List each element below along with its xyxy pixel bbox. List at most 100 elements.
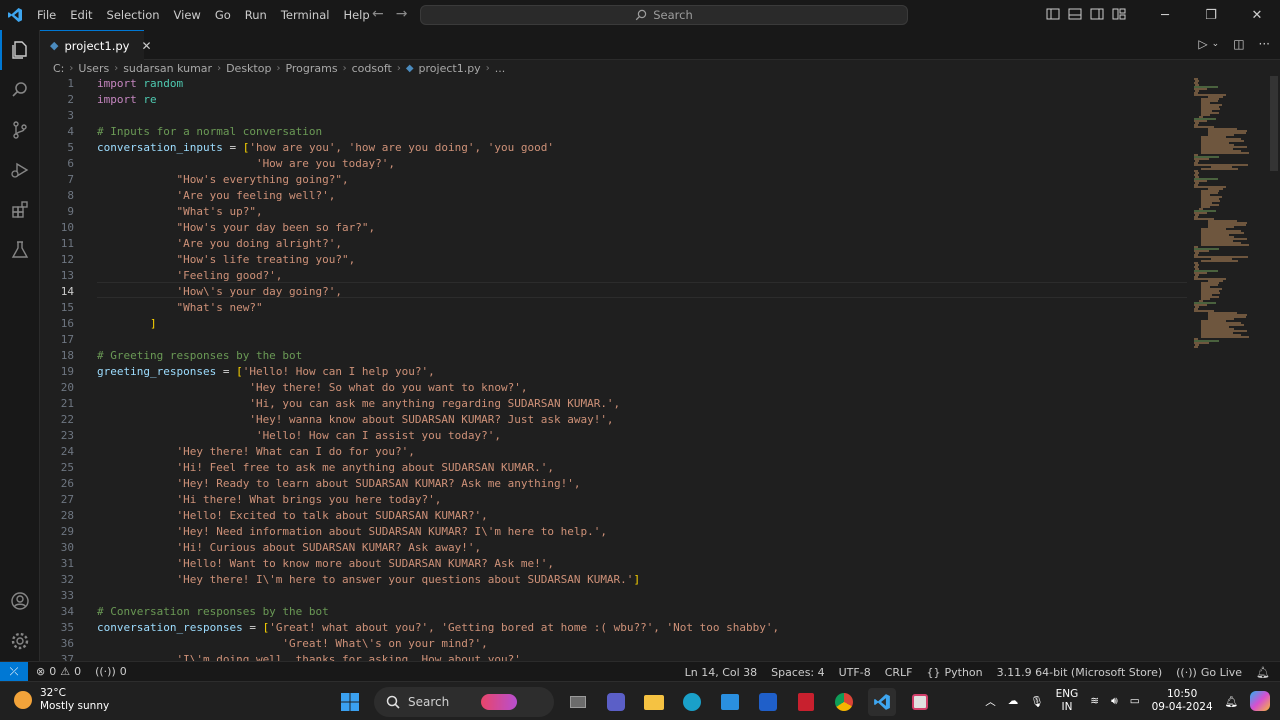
minimap[interactable] (1190, 76, 1265, 661)
accounts-icon[interactable] (0, 581, 40, 621)
extensions-icon[interactable] (0, 190, 40, 230)
testing-flask-icon[interactable] (0, 230, 40, 270)
more-actions-icon[interactable]: ··· (1259, 37, 1270, 51)
chevron-right-icon: › (276, 62, 281, 74)
lenovo-app-icon[interactable] (754, 688, 782, 716)
problems-indicator[interactable]: ⊗ 0 ⚠ 0 (36, 665, 81, 678)
breadcrumb-item[interactable]: C: (53, 62, 64, 75)
source-control-icon[interactable] (0, 110, 40, 150)
toggle-panel-icon[interactable] (1068, 7, 1084, 23)
explorer-icon[interactable] (0, 30, 40, 70)
onedrive-icon[interactable]: ☁ (1008, 695, 1019, 707)
microsoft-store-icon[interactable] (716, 688, 744, 716)
menu-view[interactable]: View (167, 8, 208, 22)
vertical-scrollbar[interactable] (1268, 76, 1280, 661)
file-explorer-icon[interactable] (640, 688, 668, 716)
menu-go[interactable]: Go (208, 8, 238, 22)
menu-run[interactable]: Run (238, 8, 274, 22)
customize-layout-icon[interactable] (1112, 7, 1128, 23)
ports-indicator[interactable]: ((·)) 0 (95, 665, 127, 678)
breadcrumb-item[interactable]: sudarsan kumar (123, 62, 212, 75)
line-number: 30 (60, 541, 74, 554)
toggle-primary-sidebar-icon[interactable] (1046, 7, 1062, 23)
indentation[interactable]: Spaces: 4 (771, 666, 824, 679)
clock[interactable]: 10:50 09-04-2024 (1152, 688, 1213, 714)
code-line: # Conversation responses by the bot (97, 605, 329, 618)
breadcrumb-item[interactable]: codsoft (352, 62, 392, 75)
battery-icon[interactable]: ▭ (1130, 695, 1140, 707)
scrollbar-thumb[interactable] (1270, 76, 1278, 171)
back-arrow-icon[interactable]: ← (372, 6, 384, 22)
notifications-bell-icon[interactable]: 🔔︎ (1256, 666, 1270, 679)
toggle-secondary-sidebar-icon[interactable] (1090, 7, 1106, 23)
ports-count: 0 (119, 665, 127, 678)
forward-arrow-icon[interactable]: → (396, 6, 408, 22)
encoding[interactable]: UTF-8 (839, 666, 871, 679)
module-name: re (136, 93, 157, 106)
line-number: 32 (60, 573, 74, 586)
language-label: Python (944, 665, 983, 679)
close-window-icon[interactable]: ✕ (1234, 0, 1280, 30)
menu-file[interactable]: File (30, 8, 63, 22)
chrome-icon[interactable] (830, 688, 858, 716)
title-bar: File Edit Selection View Go Run Terminal… (0, 0, 1280, 30)
cursor-position[interactable]: Ln 14, Col 38 (685, 666, 758, 679)
windows-start-icon[interactable] (336, 688, 364, 716)
code-line: 'Hey there! I\'m here to answer your que… (97, 572, 640, 588)
line-number: 10 (60, 221, 74, 234)
go-live-button[interactable]: ((·)) Go Live (1176, 666, 1242, 679)
manage-gear-icon[interactable] (0, 621, 40, 661)
weather-widget[interactable]: 32°C Mostly sunny (14, 687, 109, 713)
wifi-icon[interactable]: ≋ (1090, 695, 1099, 707)
task-view-icon[interactable] (564, 688, 592, 716)
clock-time: 10:50 (1167, 688, 1198, 700)
tab-project1-py[interactable]: ◆ project1.py ✕ (40, 30, 152, 60)
menu-help[interactable]: Help (336, 8, 376, 22)
breadcrumb-item[interactable]: Desktop (226, 62, 271, 75)
language-mode[interactable]: {} Python (926, 666, 982, 679)
command-center-search[interactable]: Search (420, 5, 908, 25)
line-number: 22 (60, 413, 74, 426)
run-and-debug-icon[interactable] (0, 150, 40, 190)
notifications-bell-icon[interactable]: 🔔︎ (1225, 695, 1238, 708)
show-hidden-icons-chevron-icon[interactable]: ︿ (985, 694, 996, 709)
taskbar-search-label: Search (408, 695, 450, 709)
mcafee-icon[interactable] (792, 688, 820, 716)
run-python-file-icon[interactable]: ▷ (1198, 37, 1207, 51)
remote-indicator-icon[interactable]: ⤫ (0, 661, 28, 682)
snipping-tool-icon[interactable] (906, 688, 934, 716)
split-editor-icon[interactable]: ◫ (1233, 37, 1244, 51)
status-bar: ⤫ ⊗ 0 ⚠ 0 ((·)) 0 Ln 14, Col 38 Spaces: 4 U… (0, 661, 1280, 682)
breadcrumb-item[interactable]: ... (495, 62, 506, 75)
vscode-taskbar-icon[interactable] (868, 688, 896, 716)
menu-edit[interactable]: Edit (63, 8, 99, 22)
teams-icon[interactable] (602, 688, 630, 716)
chevron-down-icon[interactable]: ⌄ (1212, 39, 1220, 51)
minimize-icon[interactable]: ─ (1142, 0, 1188, 30)
microphone-icon[interactable]: 🎙︎ (1030, 695, 1043, 708)
line-number: 12 (60, 253, 74, 266)
line-number-gutter: 1 2 3 4 5 6 7 8 9 10 11 12 13 14 15 16 17 18 19 20 21 22 23 24 2… (40, 76, 96, 661)
edge-browser-icon[interactable] (678, 688, 706, 716)
menu-terminal[interactable]: Terminal (274, 8, 337, 22)
code-line: 'Feeling good?', (97, 269, 283, 282)
close-tab-icon[interactable]: ✕ (141, 39, 151, 53)
breadcrumb-item[interactable]: Users (78, 62, 109, 75)
python-interpreter[interactable]: 3.11.9 64-bit (Microsoft Store) (997, 666, 1163, 679)
end-of-line[interactable]: CRLF (885, 666, 913, 679)
line-number: 9 (67, 205, 74, 218)
search-activity-icon[interactable] (0, 70, 40, 110)
minimap-line (1201, 168, 1239, 170)
copilot-icon[interactable] (1250, 691, 1270, 711)
volume-icon[interactable]: 🔊︎ (1111, 695, 1118, 708)
line-number: 4 (67, 125, 74, 138)
code-editor[interactable]: 1 2 3 4 5 6 7 8 9 10 11 12 13 14 15 16 17 18 19 20 21 22 23 24 2… (40, 76, 1280, 661)
breadcrumb-item[interactable]: Programs (285, 62, 337, 75)
taskbar-search[interactable]: Search (374, 687, 554, 717)
breadcrumb-item[interactable]: project1.py (419, 62, 481, 75)
menu-selection[interactable]: Selection (100, 8, 167, 22)
input-language[interactable]: ENG IN (1056, 688, 1079, 714)
variable: conversation_inputs (97, 141, 223, 154)
maximize-icon[interactable]: ❐ (1188, 0, 1234, 30)
string: 'Great! what about you?', 'Getting bored… (269, 621, 780, 634)
